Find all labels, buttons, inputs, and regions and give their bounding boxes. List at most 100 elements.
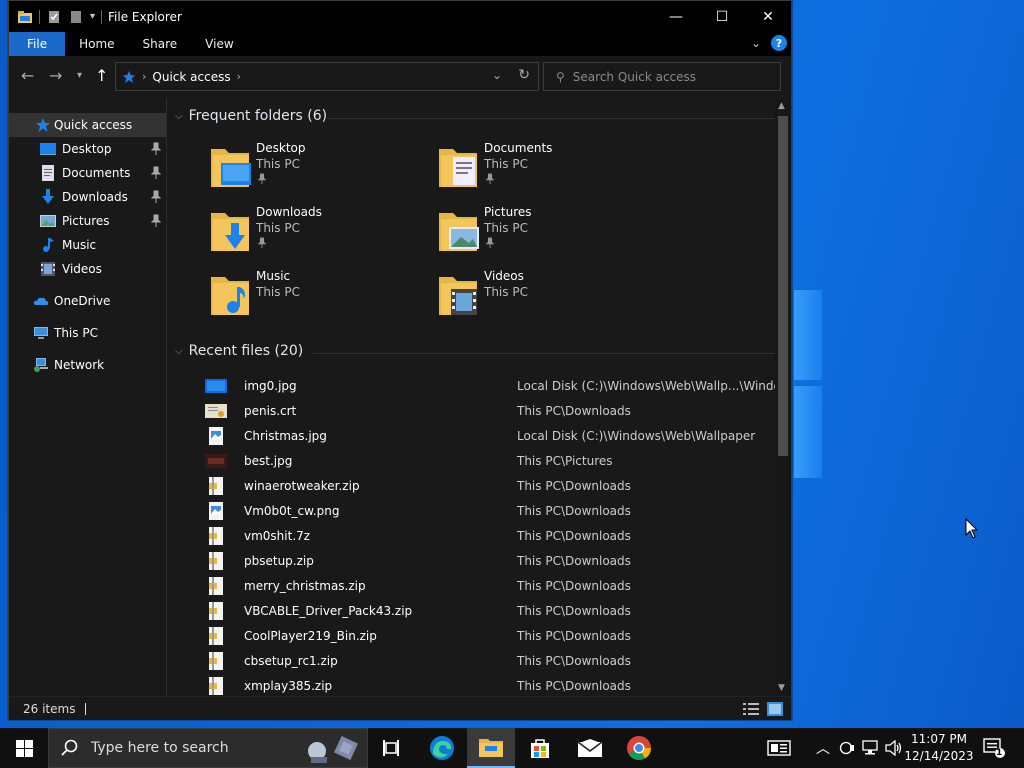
minimize-button[interactable]: — — [653, 1, 699, 32]
downloads-folder-icon — [42, 189, 54, 204]
address-dropdown-chevron-icon[interactable]: ⌄ — [492, 68, 502, 82]
recent-file-row[interactable]: pbsetup.zip This PC\Downloads — [197, 549, 775, 573]
recent-file-row[interactable]: img0.jpg Local Disk (C:)\Windows\Web\Wal… — [197, 374, 775, 398]
sidebar-item-onedrive[interactable]: OneDrive — [9, 289, 166, 313]
tab-home[interactable]: Home — [65, 32, 128, 56]
help-icon[interactable]: ? — [771, 35, 787, 51]
folder-tile-documents[interactable]: Documents This PC — [439, 141, 659, 197]
frequent-folders-header[interactable]: ⌵ Frequent folders (6) — [175, 108, 327, 124]
folder-location: This PC — [484, 221, 528, 235]
recent-file-row[interactable]: cbsetup_rc1.zip This PC\Downloads — [197, 649, 775, 673]
pin-icon[interactable] — [150, 142, 162, 156]
file-explorer-icon — [479, 739, 503, 757]
pin-icon[interactable] — [150, 190, 162, 204]
sidebar-item-desktop[interactable]: Desktop — [9, 137, 166, 161]
expand-ribbon-chevron-icon[interactable]: ⌄ — [751, 36, 761, 50]
file-explorer-window: ▾ File Explorer — ☐ ✕ File Home Share Vi… — [8, 0, 792, 720]
tray-meet-now-button[interactable] — [762, 728, 796, 768]
sidebar-item-documents[interactable]: Documents — [9, 161, 166, 185]
new-folder-icon[interactable] — [68, 9, 84, 25]
tray-volume-button[interactable] — [883, 728, 905, 768]
folder-name: Documents — [484, 141, 553, 155]
sidebar-item-pictures[interactable]: Pictures — [9, 209, 166, 233]
sidebar-item-label: Quick access — [54, 118, 133, 132]
recent-files-header[interactable]: ⌵ Recent files (20) — [175, 343, 303, 359]
close-button[interactable]: ✕ — [745, 1, 791, 32]
videos-folder-icon — [41, 262, 55, 276]
taskbar-search-input[interactable]: Type here to search — [91, 740, 229, 756]
tab-share[interactable]: Share — [129, 32, 192, 56]
sidebar-item-quick-access[interactable]: Quick access — [9, 113, 166, 137]
action-center-button[interactable]: 1 — [978, 728, 1010, 768]
taskbar-clock[interactable]: 11:07 PM 12/14/2023 — [904, 731, 974, 765]
taskbar-file-explorer-button[interactable] — [467, 728, 515, 768]
recent-file-row[interactable]: merry_christmas.zip This PC\Downloads — [197, 574, 775, 598]
recent-locations-chevron-icon[interactable]: ▾ — [77, 70, 82, 81]
start-button[interactable] — [0, 728, 48, 768]
sidebar-item-downloads[interactable]: Downloads — [9, 185, 166, 209]
breadcrumb-quick-access[interactable]: Quick access — [152, 70, 230, 84]
details-view-icon[interactable] — [743, 702, 759, 716]
recent-file-row[interactable]: best.jpg This PC\Pictures — [197, 449, 775, 473]
sidebar-item-this-pc[interactable]: This PC — [9, 321, 166, 345]
tray-meet-button[interactable] — [836, 728, 858, 768]
search-box[interactable]: ⚲ Search Quick access — [543, 62, 781, 91]
videos-folder-icon — [439, 277, 477, 315]
scroll-up-icon[interactable]: ▲ — [778, 101, 785, 111]
taskbar-edge-button[interactable] — [418, 728, 466, 768]
address-bar[interactable]: › Quick access › ⌄ ↻ — [115, 62, 539, 91]
tab-view[interactable]: View — [191, 32, 247, 56]
vertical-scrollbar[interactable]: ▲ ▼ — [775, 98, 791, 696]
folder-tile-music[interactable]: Music This PC — [211, 269, 431, 325]
search-input[interactable]: Search Quick access — [573, 70, 696, 84]
scrollbar-thumb[interactable] — [778, 116, 788, 456]
maximize-button[interactable]: ☐ — [699, 1, 745, 32]
taskbar-mail-button[interactable] — [566, 728, 614, 768]
group-title: Frequent folders (6) — [188, 108, 328, 124]
folder-tile-videos[interactable]: Videos This PC — [439, 269, 659, 325]
recent-file-row[interactable]: vm0shit.7z This PC\Downloads — [197, 524, 775, 548]
documents-folder-icon — [42, 165, 54, 181]
recent-file-row[interactable]: penis.crt This PC\Downloads — [197, 399, 775, 423]
forward-arrow-icon[interactable]: → — [49, 66, 62, 85]
back-arrow-icon[interactable]: ← — [21, 66, 34, 85]
windows-logo-wallpaper — [794, 290, 1024, 480]
recent-file-row[interactable]: xmplay385.zip This PC\Downloads — [197, 674, 775, 696]
taskbar-search-box[interactable]: Type here to search — [48, 728, 368, 768]
explorer-folder-icon — [18, 10, 32, 23]
collapse-chevron-icon[interactable]: ⌵ — [175, 111, 183, 122]
pin-icon[interactable] — [150, 166, 162, 180]
sidebar-item-music[interactable]: Music — [9, 233, 166, 257]
file-path: This PC\Downloads — [517, 679, 631, 693]
sidebar-item-videos[interactable]: Videos — [9, 257, 166, 281]
refresh-icon[interactable]: ↻ — [518, 67, 530, 83]
tab-file[interactable]: File — [9, 32, 66, 56]
scroll-down-icon[interactable]: ▼ — [778, 683, 785, 693]
show-hidden-icons-button[interactable]: ︿ — [812, 728, 834, 768]
file-path: This PC\Downloads — [517, 504, 631, 518]
sidebar-item-network[interactable]: Network — [9, 353, 166, 377]
collapse-chevron-icon[interactable]: ⌵ — [175, 346, 183, 357]
recent-file-row[interactable]: Vm0b0t_cw.png This PC\Downloads — [197, 499, 775, 523]
task-view-button[interactable] — [368, 728, 416, 768]
pictures-folder-icon — [439, 213, 479, 251]
recent-file-row[interactable]: VBCABLE_Driver_Pack43.zip This PC\Downlo… — [197, 599, 775, 623]
tray-network-button[interactable] — [860, 728, 882, 768]
large-icons-view-icon[interactable] — [767, 702, 783, 716]
folder-tile-downloads[interactable]: Downloads This PC — [211, 205, 431, 261]
folder-tile-pictures[interactable]: Pictures This PC — [439, 205, 659, 261]
up-arrow-icon[interactable]: ↑ — [95, 66, 108, 85]
customize-toolbar-chevron-icon[interactable]: ▾ — [90, 11, 95, 22]
folder-name: Desktop — [256, 141, 306, 155]
recent-file-row[interactable]: CoolPlayer219_Bin.zip This PC\Downloads — [197, 624, 775, 648]
breadcrumb-chevron-icon[interactable]: › — [237, 70, 241, 83]
pin-icon[interactable] — [150, 214, 162, 228]
folder-tile-desktop[interactable]: Desktop This PC — [211, 141, 431, 197]
taskbar-store-button[interactable] — [516, 728, 564, 768]
quick-access-star-icon — [122, 70, 136, 83]
properties-icon[interactable] — [46, 9, 62, 25]
recent-file-row[interactable]: Christmas.jpg Local Disk (C:)\Windows\We… — [197, 424, 775, 448]
recent-file-row[interactable]: winaerotweaker.zip This PC\Downloads — [197, 474, 775, 498]
taskbar-chrome-button[interactable] — [615, 728, 663, 768]
file-name: cbsetup_rc1.zip — [244, 654, 338, 668]
